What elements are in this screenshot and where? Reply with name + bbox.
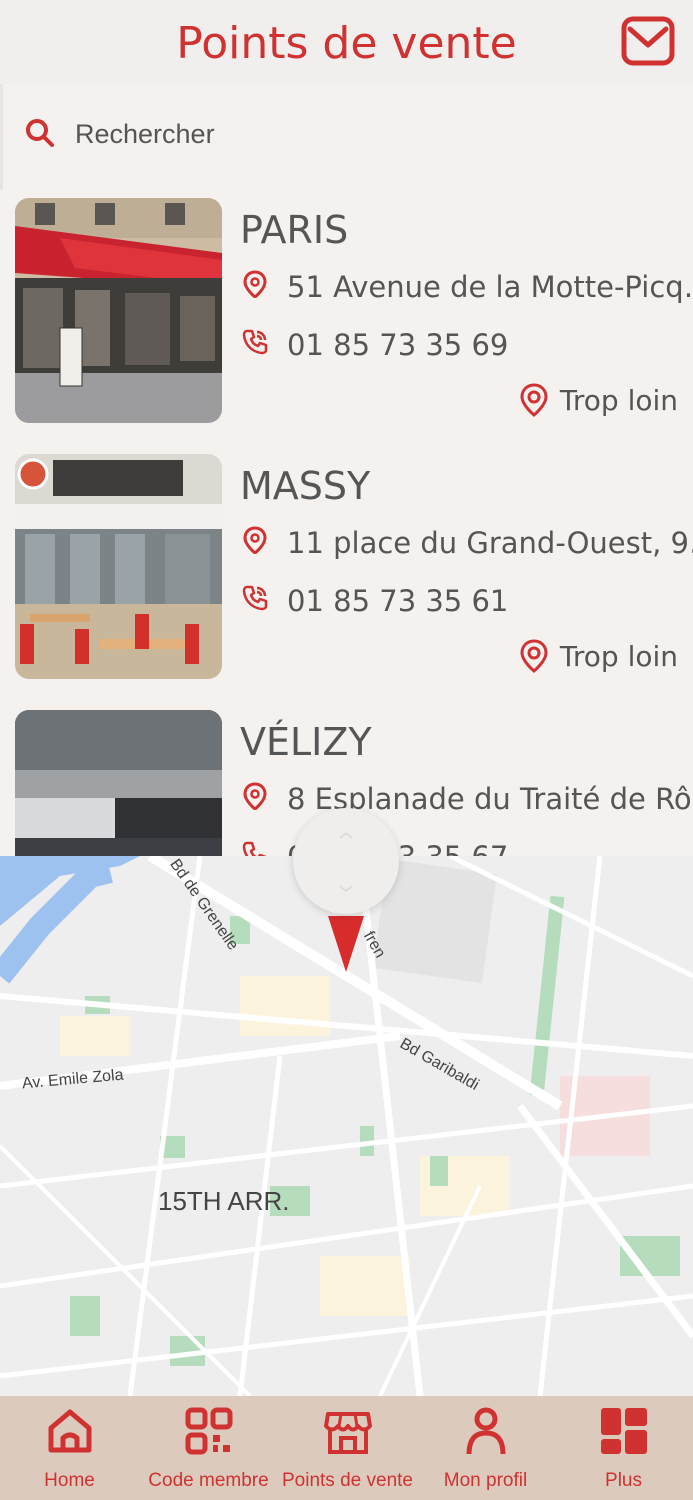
grid-icon [599,1406,649,1456]
store-icon [323,1406,373,1456]
nav-points-de-vente[interactable]: Points de vente [278,1396,417,1500]
store-phone[interactable]: 01 85 73 35 61 [287,584,508,618]
store-photo [15,710,222,856]
nav-code-membre[interactable]: Code membre [139,1396,278,1500]
store-list[interactable]: PARIS 51 Avenue de la Motte-Picq… 01 85 … [0,190,693,856]
store-address: 11 place du Grand-Ouest, 9… [287,526,693,560]
mail-icon[interactable] [621,14,675,68]
user-icon [461,1406,511,1456]
nav-home[interactable]: Home [0,1396,139,1500]
nav-mon-profil[interactable]: Mon profil [416,1396,555,1500]
location-pin-icon [241,782,269,811]
nav-plus[interactable]: Plus [554,1396,693,1500]
store-photo [15,198,222,423]
store-photo [15,454,222,679]
store-name: MASSY [240,464,371,508]
app-header: Points de vente [0,0,693,84]
location-pin-icon [241,526,269,555]
distance-badge: Trop loin [520,636,678,676]
nav-label: Plus [605,1470,642,1491]
store-card-massy[interactable]: MASSY 11 place du Grand-Ouest, 9… 01 85 … [0,446,693,702]
store-card-paris[interactable]: PARIS 51 Avenue de la Motte-Picq… 01 85 … [0,190,693,446]
phone-icon[interactable] [241,584,269,612]
store-name: VÉLIZY [240,720,372,764]
location-pin-icon [520,639,548,673]
phone-icon[interactable] [241,328,269,356]
bottom-nav: Home Code membre Points de vente Mon pro… [0,1396,693,1500]
phone-icon[interactable] [241,840,269,856]
nav-label: Points de vente [282,1470,413,1491]
map-view[interactable]: Bd de Grenelle Bd Garibaldi Av. Emile Zo… [0,856,693,1396]
nav-label: Mon profil [443,1470,528,1491]
page-title: Points de vente [176,18,517,69]
distance-label: Trop loin [559,383,678,417]
arrondissement-label: 15TH ARR. [158,1186,290,1216]
home-icon [45,1406,95,1456]
store-address: 51 Avenue de la Motte-Picq… [287,270,693,304]
nav-label: Code membre [148,1470,269,1491]
map-pin-icon[interactable] [326,916,366,972]
store-name: PARIS [240,208,349,252]
location-pin-icon [241,270,269,299]
distance-label: Trop loin [559,639,678,673]
search-icon [25,118,55,148]
location-pin-icon [520,383,548,417]
nav-label: Home [44,1470,95,1491]
search-bar [0,84,693,190]
store-phone[interactable]: 01 85 73 35 69 [287,328,508,362]
distance-badge: Trop loin [520,380,678,420]
search-input[interactable] [75,114,635,154]
drawer-toggle-button[interactable] [293,808,399,914]
qr-code-icon [184,1406,234,1456]
